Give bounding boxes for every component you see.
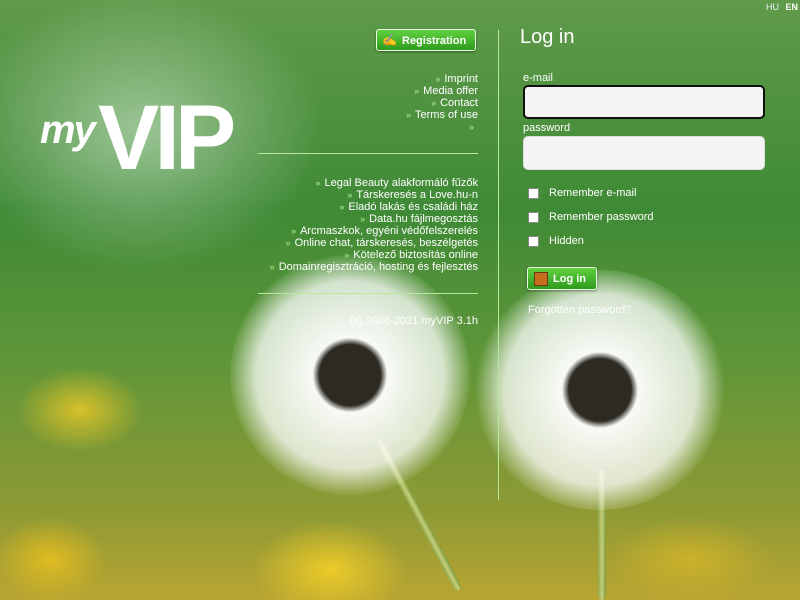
forgot-password-link[interactable]: Forgotten password?: [528, 304, 631, 316]
double-chevron-icon: »: [435, 74, 441, 84]
partner-link[interactable]: » Arcmaszkok, egyéni védőfelszerelés: [270, 225, 478, 237]
double-chevron-icon: »: [291, 226, 297, 236]
partner-link[interactable]: » Domainregisztráció, hosting és fejleszt…: [270, 261, 478, 273]
link-contact[interactable]: » Contact: [406, 97, 478, 109]
double-chevron-icon: »: [431, 98, 437, 108]
registration-label: Registration: [402, 35, 467, 47]
partner-link[interactable]: » Legal Beauty alakformáló fűzők: [270, 177, 479, 189]
dandelion-seed-head: [230, 255, 470, 495]
pencil-hand-icon: ✍: [382, 33, 397, 47]
login-button-label: Log in: [553, 273, 586, 285]
double-chevron-icon: »: [344, 250, 350, 260]
email-label: e-mail: [523, 72, 553, 84]
login-button[interactable]: Log in: [527, 267, 597, 290]
registration-button[interactable]: ✍ Registration: [376, 29, 476, 51]
link-imprint[interactable]: » Imprint: [406, 73, 478, 85]
double-chevron-icon: »: [269, 262, 275, 272]
footer-links: » Imprint » Media offer » Contact » Terms of…: [406, 73, 478, 133]
remember-email-checkbox[interactable]: [528, 188, 539, 199]
logo-vip: VIP: [98, 87, 236, 189]
double-chevron-icon: »: [468, 122, 474, 132]
partner-links: » Legal Beauty alakformáló fűzők » Társker…: [270, 177, 478, 273]
remember-password-checkbox[interactable]: [528, 212, 539, 223]
partner-link[interactable]: » Online chat, társkeresés, beszélgetés: [270, 237, 478, 249]
divider-top: [258, 153, 478, 154]
link-media-offer[interactable]: » Media offer: [406, 85, 478, 97]
double-chevron-icon: »: [347, 190, 353, 200]
password-label: password: [523, 122, 571, 134]
double-chevron-icon: »: [360, 214, 366, 224]
partner-link[interactable]: » Data.hu fájlmegosztás: [270, 213, 478, 225]
logo-my: my: [40, 108, 96, 152]
link-terms-of-use[interactable]: » Terms of use: [406, 109, 478, 121]
double-chevron-icon: »: [414, 86, 420, 96]
link-empty[interactable]: »: [406, 121, 478, 133]
double-chevron-icon: »: [406, 110, 412, 120]
lang-en[interactable]: EN: [785, 2, 798, 12]
password-field[interactable]: [523, 136, 765, 170]
lang-hu[interactable]: HU: [766, 2, 779, 12]
divider-bottom: [258, 293, 478, 294]
language-switcher: HU EN: [762, 2, 798, 12]
double-chevron-icon: »: [339, 202, 345, 212]
email-field[interactable]: [523, 85, 765, 119]
remember-password-label: Remember password: [549, 211, 654, 223]
login-title: Log in: [520, 26, 575, 48]
hidden-label: Hidden: [549, 235, 584, 247]
copyright: (c) 2006-2021 myVIP 3.1h: [349, 315, 478, 327]
remember-email-label: Remember e-mail: [549, 187, 637, 199]
vertical-divider: [498, 30, 499, 500]
door-enter-icon: [534, 272, 548, 286]
double-chevron-icon: »: [315, 178, 321, 188]
double-chevron-icon: »: [285, 238, 291, 248]
partner-link[interactable]: » Eladó lakás és családi ház: [270, 201, 478, 213]
partner-link[interactable]: » Társkeresés a Love.hu-n: [270, 189, 478, 201]
hidden-checkbox[interactable]: [528, 236, 539, 247]
partner-link[interactable]: » Kötelező biztosítás online: [270, 249, 478, 261]
